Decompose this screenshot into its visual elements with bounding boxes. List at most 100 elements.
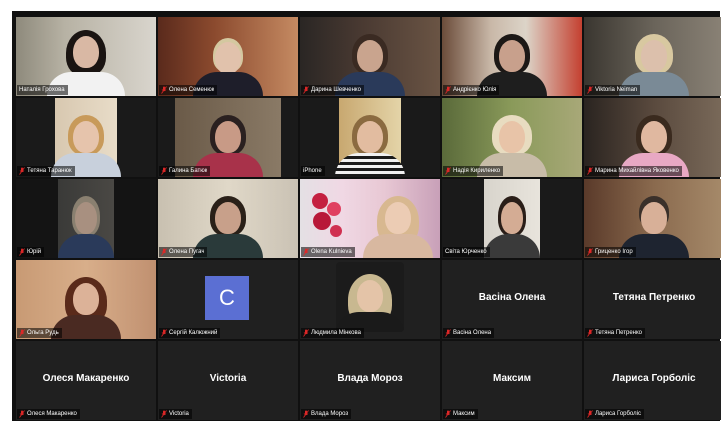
participant-tile[interactable]: Гриценко Ігор (584, 179, 721, 258)
mic-muted-icon (19, 248, 25, 256)
participant-tile[interactable]: Васіна Олена Васіна Олена (442, 260, 582, 339)
participant-display-name: Тетяна Петренко (612, 292, 696, 303)
participant-name: Андрієнко Юлія (453, 87, 497, 93)
participant-tile[interactable]: Галина Батюк (158, 98, 298, 177)
participant-tile[interactable]: Максим Максим (442, 341, 582, 420)
participant-name-bar: Марина Михайлівна Яковенко (585, 166, 682, 176)
participant-avatar: C (205, 276, 249, 320)
participant-name: iPhone (303, 168, 322, 174)
mic-muted-icon (445, 329, 451, 337)
participant-display-name: Влада Мороз (337, 373, 403, 384)
mic-muted-icon (161, 248, 167, 256)
participant-name-bar: Олена Семенюк (159, 85, 218, 95)
mic-muted-icon (303, 248, 309, 256)
participant-name-bar: Olena Kulnieva (301, 247, 355, 257)
participant-name-bar: Наталія Грохова (17, 85, 68, 95)
mic-muted-icon (445, 167, 451, 175)
mic-muted-icon (19, 167, 25, 175)
participant-name: Сергій Калюжний (169, 330, 218, 336)
participant-tile[interactable]: Дарина Шевченко (300, 17, 440, 96)
participant-tile[interactable]: Наталія Грохова (16, 17, 156, 96)
participant-profile-photo (336, 262, 404, 332)
participant-name: Тетяна Петренко (595, 330, 642, 336)
participant-name-bar: Олеся Макаренко (17, 409, 80, 419)
mic-muted-icon (587, 410, 593, 418)
participant-name-bar: Світа Юрченко (443, 247, 490, 257)
participant-name: Тетяна Таранюк (27, 168, 72, 174)
participant-name-bar: Viktoria Neiman (585, 85, 641, 95)
participant-name-bar: Надія Кириленко (443, 166, 504, 176)
video-gallery: Наталія Грохова Олена Семенюк Дарина Шев… (12, 11, 721, 421)
participant-name-bar: Людмила Мінкова (301, 328, 364, 338)
mic-muted-icon (161, 86, 167, 94)
participant-name: Лариса Горболіс (595, 411, 641, 417)
participant-tile[interactable]: iPhone (300, 98, 440, 177)
mic-muted-icon (445, 86, 451, 94)
participant-display-name: Васіна Олена (478, 292, 546, 303)
mic-muted-icon (161, 167, 167, 175)
mic-muted-icon (303, 86, 309, 94)
participant-tile[interactable]: Андрієнко Юлія (442, 17, 582, 96)
participant-display-name: Олеся Макаренко (42, 373, 130, 384)
participant-tile[interactable]: C Сергій Калюжний (158, 260, 298, 339)
participant-name-bar: Андрієнко Юлія (443, 85, 500, 95)
participant-tile[interactable]: Viktoria Neiman (584, 17, 721, 96)
mic-muted-icon (587, 86, 593, 94)
participant-tile[interactable]: Victoria Victoria (158, 341, 298, 420)
participant-name-bar: Влада Мороз (301, 409, 352, 419)
participant-name: Дарина Шевченко (311, 87, 361, 93)
participant-tile[interactable]: Olena Kulnieva (300, 179, 440, 258)
mic-muted-icon (587, 248, 593, 256)
participant-name-bar: Victoria (159, 409, 192, 419)
participant-tile[interactable]: Світа Юрченко (442, 179, 582, 258)
participant-display-name: Лариса Горболіс (612, 373, 696, 384)
participant-tile[interactable]: Надія Кириленко (442, 98, 582, 177)
participant-tile[interactable]: Лариса Горболіс Лариса Горболіс (584, 341, 721, 420)
participant-name: Юрій (27, 249, 42, 255)
mic-muted-icon (303, 329, 309, 337)
participant-tile[interactable]: Ольга Рудь (16, 260, 156, 339)
participant-tile[interactable]: Марина Михайлівна Яковенко (584, 98, 721, 177)
participant-name: Гриценко Ігор (595, 249, 633, 255)
participant-name: Наталія Грохова (19, 87, 65, 93)
mic-muted-icon (587, 329, 593, 337)
participant-tile[interactable]: Олеся Макаренко Олеся Макаренко (16, 341, 156, 420)
mic-muted-icon (161, 329, 167, 337)
participant-name-bar: Васіна Олена (443, 328, 495, 338)
participant-name-bar: Дарина Шевченко (301, 85, 364, 95)
participant-name-bar: Юрій (17, 247, 45, 257)
participant-name: Влада Мороз (311, 411, 349, 417)
participant-name-bar: iPhone (301, 166, 325, 176)
mic-muted-icon (587, 167, 593, 175)
participant-grid: Наталія Грохова Олена Семенюк Дарина Шев… (16, 17, 721, 420)
flower-decoration-icon (312, 193, 342, 237)
mic-muted-icon (161, 410, 167, 418)
mic-muted-icon (19, 410, 25, 418)
participant-tile[interactable]: Олена Семенюк (158, 17, 298, 96)
participant-tile[interactable]: Юрій (16, 179, 156, 258)
participant-name: Максим (453, 411, 475, 417)
participant-name: Людмила Мінкова (311, 330, 361, 336)
participant-name-bar: Олена Пугач (159, 247, 208, 257)
participant-name: Олена Пугач (169, 249, 205, 255)
participant-name: Olena Kulnieva (311, 249, 352, 255)
participant-tile[interactable]: Влада Мороз Влада Мороз (300, 341, 440, 420)
mic-muted-icon (445, 410, 451, 418)
participant-name: Васіна Олена (453, 330, 492, 336)
participant-tile[interactable]: Олена Пугач (158, 179, 298, 258)
participant-name: Victoria (169, 411, 189, 417)
participant-name-bar: Гриценко Ігор (585, 247, 636, 257)
participant-name: Світа Юрченко (445, 249, 487, 255)
participant-tile[interactable]: Людмила Мінкова (300, 260, 440, 339)
participant-name-bar: Ольга Рудь (17, 328, 62, 338)
participant-tile[interactable]: Тетяна Таранюк (16, 98, 156, 177)
participant-name: Олена Семенюк (169, 87, 215, 93)
participant-name-bar: Сергій Калюжний (159, 328, 221, 338)
participant-tile[interactable]: Тетяна Петренко Тетяна Петренко (584, 260, 721, 339)
mic-muted-icon (303, 410, 309, 418)
participant-name: Надія Кириленко (453, 168, 501, 174)
participant-name-bar: Тетяна Петренко (585, 328, 645, 338)
participant-display-name: Максим (493, 373, 531, 384)
participant-name: Олеся Макаренко (27, 411, 77, 417)
participant-name: Марина Михайлівна Яковенко (595, 168, 679, 174)
